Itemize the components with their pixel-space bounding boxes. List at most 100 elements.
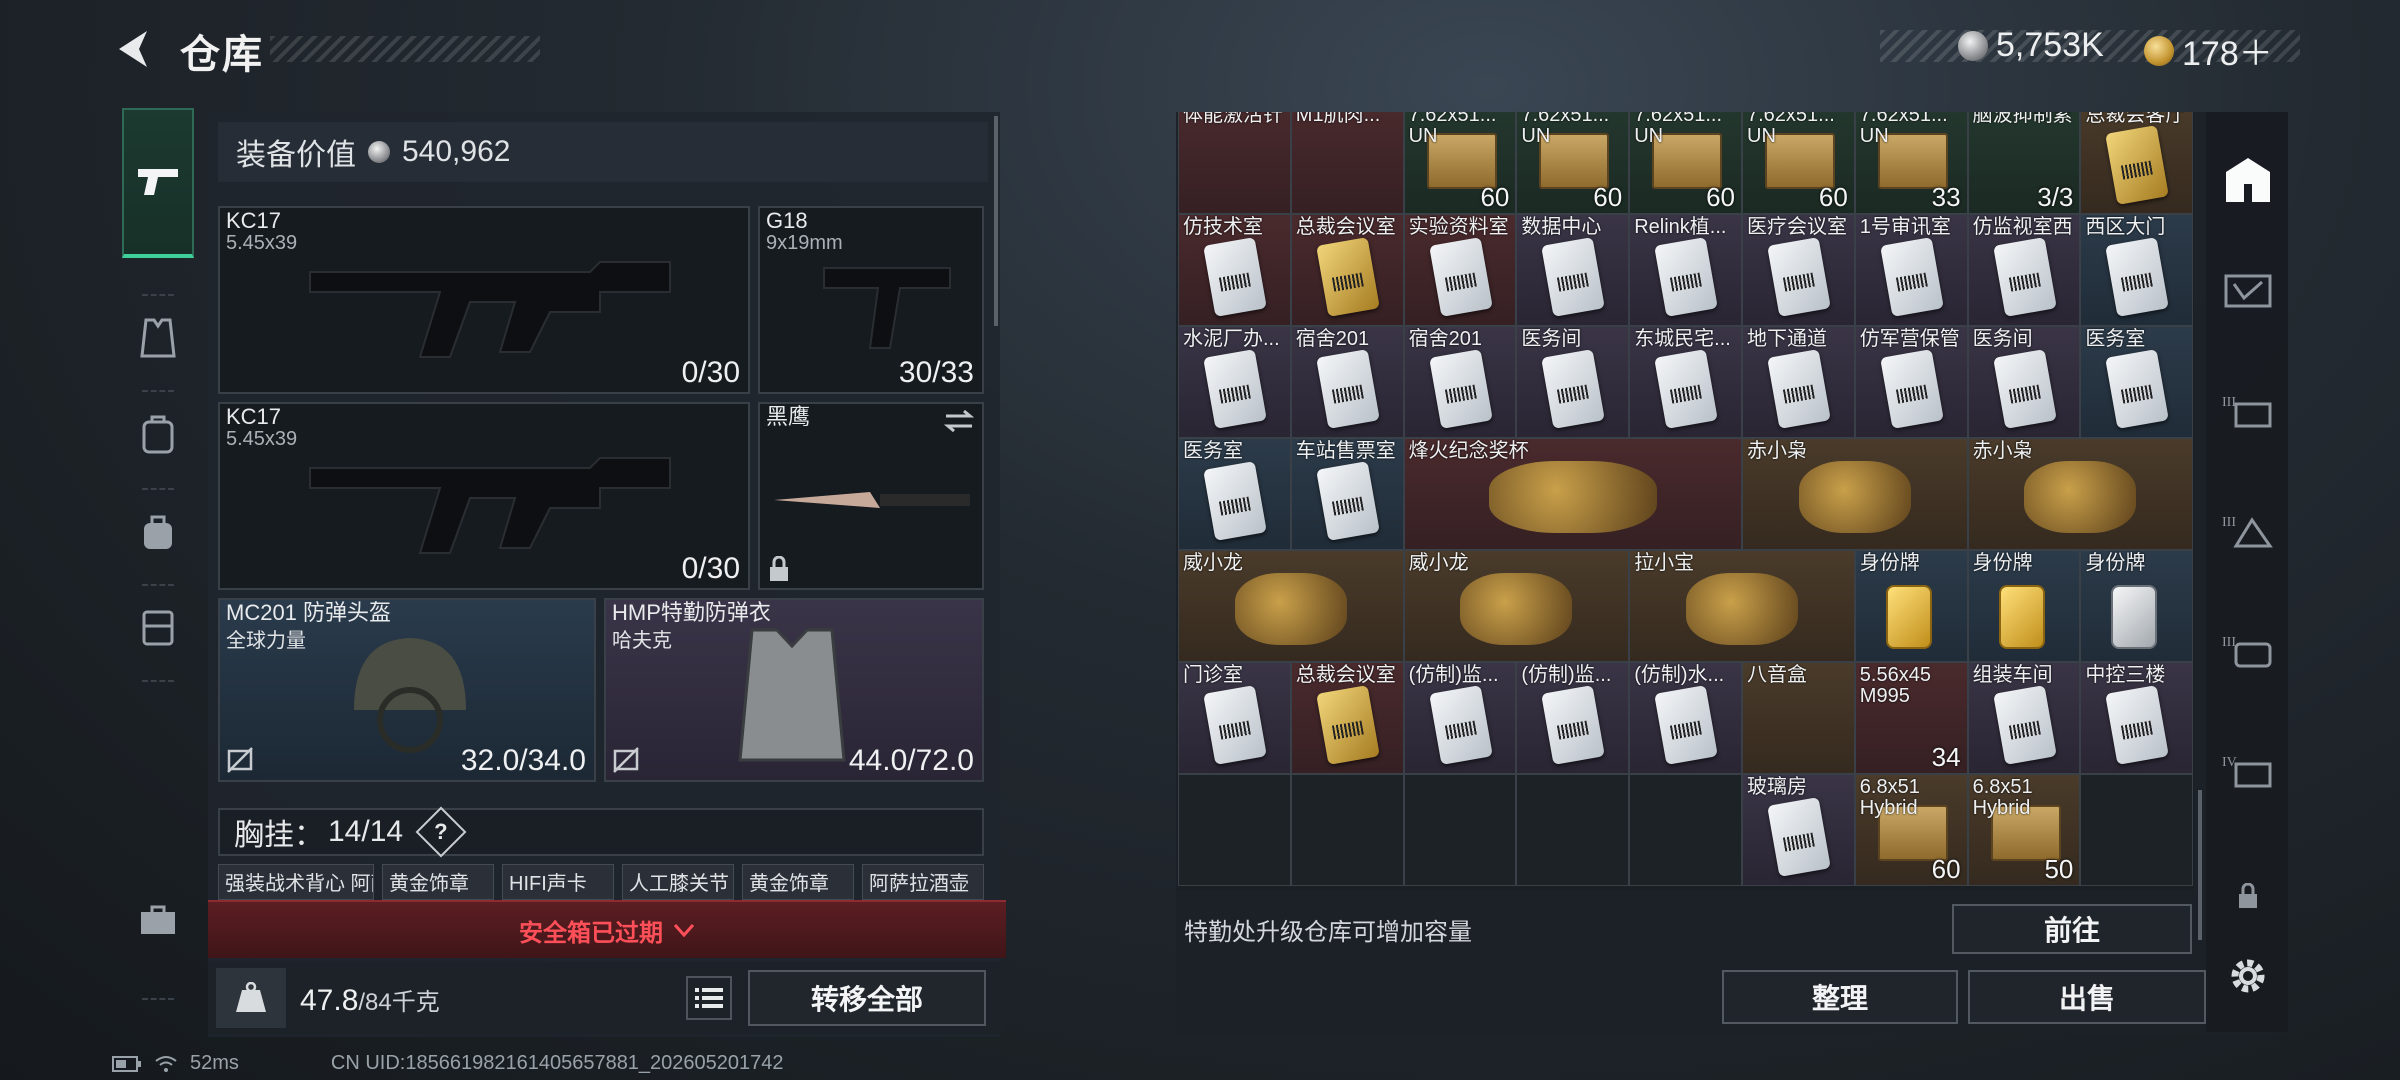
- inventory-item[interactable]: 6.8x51 Hybrid 50: [1967, 774, 2081, 886]
- inventory-item[interactable]: 宿舍201: [1403, 326, 1517, 438]
- inventory-item[interactable]: 仿技术室: [1178, 214, 1291, 326]
- nav-toolbox[interactable]: [122, 884, 194, 956]
- empty-slot[interactable]: [1178, 774, 1291, 886]
- inventory-item[interactable]: 身份牌: [2080, 550, 2194, 662]
- sidearm-slot[interactable]: G18 9x19mm 30/33: [758, 206, 984, 394]
- item-label: 拉小宝: [1634, 552, 1695, 574]
- rig-item[interactable]: 黄金饰章: [382, 864, 494, 900]
- inventory-item[interactable]: 中控三楼: [2080, 662, 2194, 774]
- rig-item[interactable]: 阿萨拉酒壶: [862, 864, 984, 900]
- inventory-item[interactable]: 地下通道: [1742, 326, 1855, 438]
- inventory-item[interactable]: 烽火纪念奖杯: [1403, 438, 1742, 550]
- list-view-button[interactable]: [686, 976, 732, 1020]
- inventory-item[interactable]: 赤小枭: [1967, 438, 2194, 550]
- rig-item[interactable]: 强装战术背心 阿萨拉: [218, 864, 374, 900]
- inventory-item[interactable]: 仿军营保管: [1854, 326, 1968, 438]
- empty-slot[interactable]: [1516, 774, 1630, 886]
- inventory-item[interactable]: 医务室: [1178, 438, 1291, 550]
- inventory-item[interactable]: 6.8x51 Hybrid 60: [1854, 774, 1968, 886]
- inventory-item[interactable]: 仿监视室西: [1967, 214, 2081, 326]
- inventory-item[interactable]: 医务间: [1516, 326, 1630, 438]
- gold-currency[interactable]: 178＋: [2144, 26, 2273, 75]
- rifle-icon: [309, 457, 671, 554]
- loadout-scrollbar[interactable]: [994, 116, 998, 326]
- inventory-item[interactable]: 总裁会客厅: [2080, 112, 2194, 214]
- inventory-item[interactable]: 身份牌: [1854, 550, 1968, 662]
- tab-storage-5[interactable]: IV: [2220, 742, 2276, 798]
- safebox-expired-bar[interactable]: 安全箱已过期: [208, 900, 1006, 958]
- rig-item[interactable]: 人工膝关节: [622, 864, 734, 900]
- back-button[interactable]: [108, 24, 158, 74]
- inventory-item[interactable]: 7.62x51... UN 60: [1629, 112, 1742, 214]
- warehouse-scrollbar[interactable]: [2198, 790, 2202, 940]
- settings-button[interactable]: [2220, 948, 2276, 1004]
- nav-bag[interactable]: [122, 496, 194, 568]
- inventory-item[interactable]: 东城民宅...: [1629, 326, 1742, 438]
- inventory-item[interactable]: 7.62x51... UN 60: [1516, 112, 1630, 214]
- empty-slot[interactable]: [1629, 774, 1742, 886]
- swap-icon[interactable]: [944, 410, 974, 432]
- nav-backpack[interactable]: [122, 398, 194, 470]
- tab-home[interactable]: [2220, 152, 2276, 208]
- inventory-item[interactable]: (仿制)监...: [1403, 662, 1517, 774]
- primary-weapon-slot-1[interactable]: KC17 5.45x39 0/30: [218, 206, 750, 394]
- keycard-icon: [1654, 349, 1719, 429]
- inventory-item[interactable]: 身份牌: [1967, 550, 2081, 662]
- empty-slot[interactable]: [1403, 774, 1517, 886]
- help-button[interactable]: ?: [415, 806, 467, 858]
- goto-button[interactable]: 前往: [1952, 904, 2192, 954]
- sort-button[interactable]: 整理: [1722, 970, 1958, 1024]
- inventory-item[interactable]: 7.62x51... UN 60: [1742, 112, 1855, 214]
- inventory-item[interactable]: 赤小枭: [1742, 438, 1968, 550]
- svg-text:III: III: [2222, 635, 2236, 650]
- nav-chest-rig[interactable]: [122, 302, 194, 374]
- primary-weapon-slot-2[interactable]: KC17 5.45x39 0/30: [218, 402, 750, 590]
- inventory-item[interactable]: 总裁会议室: [1290, 214, 1404, 326]
- empty-slot[interactable]: [1290, 774, 1404, 886]
- melee-slot[interactable]: 黑鹰: [758, 402, 984, 590]
- inventory-item[interactable]: 7.62x51... UN 33: [1854, 112, 1968, 214]
- inventory-item[interactable]: 医疗会议室: [1742, 214, 1855, 326]
- chest-rig-bar[interactable]: 胸挂： 14/14 ?: [218, 806, 984, 858]
- inventory-item[interactable]: 1号审讯室: [1854, 214, 1968, 326]
- inventory-item[interactable]: 拉小宝: [1629, 550, 1855, 662]
- inventory-item[interactable]: 玻璃房: [1742, 774, 1855, 886]
- inventory-item[interactable]: (仿制)水...: [1629, 662, 1742, 774]
- inventory-item[interactable]: 数据中心: [1516, 214, 1630, 326]
- inventory-item[interactable]: 西区大门: [2080, 214, 2194, 326]
- inventory-item[interactable]: 门诊室: [1178, 662, 1291, 774]
- rig-item[interactable]: HIFI声卡: [502, 864, 614, 900]
- inventory-item[interactable]: 水泥厂办...: [1178, 326, 1291, 438]
- tab-storage-2[interactable]: III: [2220, 382, 2276, 438]
- inventory-item[interactable]: M1肌肉...: [1290, 112, 1404, 214]
- inventory-item[interactable]: 八音盒: [1742, 662, 1855, 774]
- inventory-item[interactable]: 威小龙: [1403, 550, 1630, 662]
- nav-safebox[interactable]: [122, 590, 194, 662]
- armor-slot[interactable]: HMP特勤防弹衣 哈夫克 44.0/72.0: [604, 598, 984, 782]
- inventory-item[interactable]: 脑波抑制素 3/3: [1967, 112, 2081, 214]
- inventory-item[interactable]: 7.62x51... UN 60: [1403, 112, 1517, 214]
- inventory-item[interactable]: 5.56x45 M995 34: [1854, 662, 1968, 774]
- inventory-item[interactable]: 总裁会议室: [1290, 662, 1404, 774]
- tab-storage-1[interactable]: [2220, 262, 2276, 318]
- inventory-item[interactable]: 组装车间: [1967, 662, 2081, 774]
- inventory-item[interactable]: 医务室: [2080, 326, 2194, 438]
- inventory-item[interactable]: (仿制)监...: [1516, 662, 1630, 774]
- inventory-item[interactable]: 车站售票室: [1290, 438, 1404, 550]
- inventory-item[interactable]: 体能激活针: [1178, 112, 1291, 214]
- nav-weapons[interactable]: [122, 108, 194, 258]
- inventory-item[interactable]: 威小龙: [1178, 550, 1404, 662]
- rig-item[interactable]: 黄金饰章: [742, 864, 854, 900]
- inventory-item[interactable]: 宿舍201: [1290, 326, 1404, 438]
- empty-slot[interactable]: [2080, 774, 2194, 886]
- tab-storage-4[interactable]: III: [2220, 622, 2276, 678]
- inventory-item[interactable]: 实验资料室: [1403, 214, 1517, 326]
- helmet-slot[interactable]: MC201 防弹头盔 全球力量 32.0/34.0: [218, 598, 596, 782]
- inventory-item[interactable]: Relink植...: [1629, 214, 1742, 326]
- item-quantity: 60: [1931, 854, 1961, 884]
- sell-button[interactable]: 出售: [1968, 970, 2206, 1024]
- tab-storage-3[interactable]: III: [2220, 502, 2276, 558]
- transfer-all-button[interactable]: 转移全部: [748, 970, 986, 1026]
- inventory-item[interactable]: 医务间: [1967, 326, 2081, 438]
- tab-locked[interactable]: [2220, 868, 2276, 924]
